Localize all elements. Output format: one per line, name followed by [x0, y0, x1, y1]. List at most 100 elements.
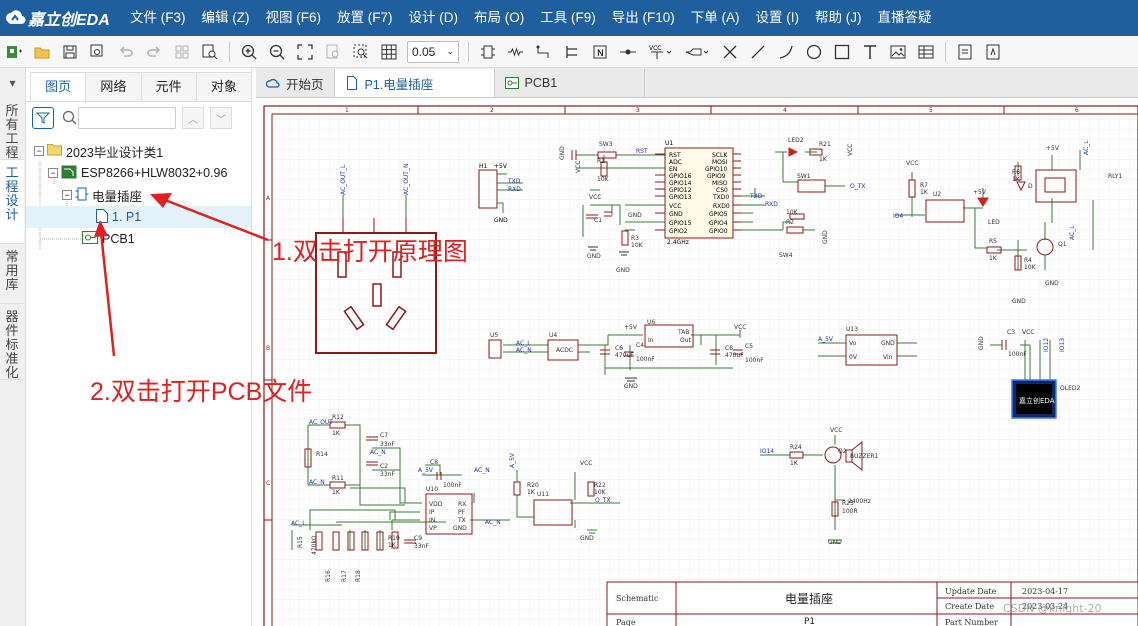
fit-selected-icon[interactable]	[321, 40, 345, 64]
search-input[interactable]	[78, 107, 176, 129]
place-resistor-icon[interactable]	[504, 40, 528, 64]
power-port-icon[interactable]: VCC	[644, 40, 678, 64]
tab-components[interactable]: 元件	[140, 72, 197, 101]
grid-size-select[interactable]: 0.05 ⌄	[407, 40, 459, 63]
esp8266-u1[interactable]: U1 RST ADC EN GPIO16 GPIO14 GPIO12 GPIO1…	[655, 140, 741, 246]
undo-icon[interactable]	[114, 40, 138, 64]
tab-start-page[interactable]: 开始页	[256, 69, 335, 97]
menu-item-1[interactable]: 编辑 (Z)	[194, 0, 258, 36]
tab-pages[interactable]: 图页	[30, 72, 87, 101]
collapse-icon[interactable]: −	[62, 190, 72, 200]
net-port-icon[interactable]	[682, 40, 714, 64]
pin-label: Vo	[849, 340, 857, 347]
tree-item-board[interactable]: − ESP8266+HLW8032+0.96	[26, 162, 251, 184]
no-connect-icon[interactable]	[718, 40, 742, 64]
ref-label: U4	[549, 332, 557, 339]
value-label: 1K	[989, 255, 998, 262]
redo-icon[interactable]	[142, 40, 166, 64]
tab-nets[interactable]: 网络	[85, 72, 142, 101]
circle-icon[interactable]	[802, 40, 826, 64]
menu-item-6[interactable]: 工具 (F9)	[532, 0, 604, 36]
open-folder-icon[interactable]	[30, 40, 54, 64]
save-all-icon[interactable]	[86, 40, 110, 64]
tree-item-page[interactable]: 1. P1	[26, 206, 251, 228]
pin-icon[interactable]: ▾	[0, 68, 25, 98]
ref-label: R22	[594, 482, 606, 489]
value-label: 10K	[594, 489, 607, 496]
place-bus-icon[interactable]	[560, 40, 584, 64]
find-icon[interactable]	[198, 40, 222, 64]
tab-label: 开始页	[286, 77, 324, 92]
arc-icon[interactable]	[774, 40, 798, 64]
tree-item-schematic[interactable]: − 电量插座	[26, 184, 251, 206]
net-label: AC_OUT_L	[340, 164, 347, 195]
save-icon[interactable]	[58, 40, 82, 64]
value-label: 33nF	[414, 543, 429, 550]
grid-select-icon[interactable]	[170, 40, 194, 64]
new-project-icon[interactable]	[2, 40, 26, 64]
image-icon[interactable]	[886, 40, 910, 64]
tab-objects[interactable]: 对象	[195, 72, 252, 101]
net-label: GND	[616, 267, 630, 274]
table-icon[interactable]	[914, 40, 938, 64]
zoom-in-icon[interactable]	[237, 40, 261, 64]
chevron-down-icon: ⌄	[446, 46, 454, 56]
schematic-drawing[interactable]: 1 2 3 4 5 6 A B C AC_OUT_L AC_OUT_N H1 +…	[256, 98, 1138, 626]
line-icon[interactable]	[746, 40, 770, 64]
app-logo[interactable]: 嘉立创EDA	[4, 6, 122, 30]
place-part-icon[interactable]	[476, 40, 500, 64]
menu-item-4[interactable]: 设计 (D)	[401, 0, 467, 36]
update-pcb-icon[interactable]	[981, 40, 1005, 64]
schematic-check-icon[interactable]	[953, 40, 977, 64]
menu-item-0[interactable]: 文件 (F3)	[122, 0, 194, 36]
menu-item-9[interactable]: 设置 (I)	[748, 0, 808, 36]
zoom-area-icon[interactable]	[349, 40, 373, 64]
filter-icon[interactable]	[32, 107, 54, 129]
text-icon[interactable]	[858, 40, 882, 64]
grid-icon[interactable]	[377, 40, 401, 64]
menu-item-2[interactable]: 视图 (F6)	[258, 0, 330, 36]
ref-label: R24	[790, 444, 802, 451]
net-label: VCC	[734, 324, 746, 331]
tab-pcb[interactable]: PCB1	[495, 69, 645, 97]
place-wire-icon[interactable]	[532, 40, 556, 64]
tree-item-label: ESP8266+HLW8032+0.96	[81, 166, 228, 180]
menu-item-7[interactable]: 导出 (F10)	[604, 0, 683, 36]
tab-schematic-page[interactable]: P1.电量插座	[334, 69, 495, 97]
net-label-icon[interactable]: N	[588, 40, 612, 64]
net-label: AC_N	[370, 449, 386, 456]
ref-label: RLY1	[1108, 173, 1122, 180]
tree-item-project[interactable]: − 2023毕业设计类1	[26, 140, 251, 162]
side-tab-all-projects[interactable]: 所有工程	[0, 98, 24, 160]
oled-display[interactable]: 嘉立创EDA	[1011, 379, 1057, 419]
rectangle-icon[interactable]	[830, 40, 854, 64]
net-label: AC_OUT_N	[403, 164, 410, 195]
previous-result-button[interactable]: ︿	[182, 107, 204, 129]
side-tab-project-design[interactable]: 工程设计	[0, 160, 24, 244]
side-tab-common-library[interactable]: 常用库	[0, 244, 24, 304]
net-label: VCC	[575, 161, 582, 173]
net-flag-icon[interactable]	[616, 40, 640, 64]
pin-label: MISO	[712, 180, 728, 187]
collapse-icon[interactable]: −	[34, 146, 44, 156]
zoom-out-icon[interactable]	[265, 40, 289, 64]
menu-item-8[interactable]: 下单 (A)	[683, 0, 748, 36]
schematic-canvas[interactable]: 1 2 3 4 5 6 A B C AC_OUT_L AC_OUT_N H1 +…	[256, 98, 1138, 626]
menu-item-11[interactable]: 直播答疑	[870, 0, 940, 36]
title-block-label: Create Date	[945, 602, 994, 611]
side-tab-device-standardization[interactable]: 器件标准化	[0, 304, 24, 380]
tree-item-pcb[interactable]: PCB1	[26, 228, 251, 250]
menu-item-10[interactable]: 帮助 (J)	[807, 0, 870, 36]
fit-view-icon[interactable]	[293, 40, 317, 64]
collapse-icon[interactable]: −	[48, 168, 58, 178]
menu-item-5[interactable]: 布局 (O)	[466, 0, 532, 36]
logo-icon	[4, 7, 26, 29]
net-label: AC_L	[291, 520, 306, 527]
menu-item-3[interactable]: 放置 (F7)	[329, 0, 401, 36]
pin-label: VP	[429, 525, 437, 532]
ref-label: SW1	[797, 173, 811, 180]
next-result-button[interactable]: ﹀	[210, 107, 232, 129]
pin-label: CS0	[716, 187, 728, 194]
schematic-icon	[75, 187, 89, 204]
sheet-title: 电量插座	[785, 591, 833, 606]
